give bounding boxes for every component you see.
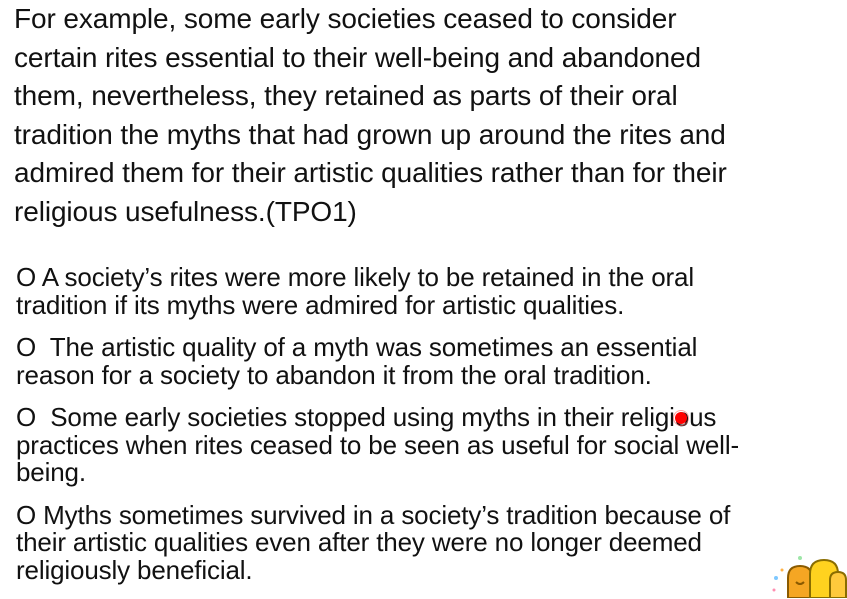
passage-line: them, nevertheless, they retained as par…	[14, 80, 678, 112]
option-text: The artistic quality of a myth was somet…	[36, 332, 698, 362]
option-radio-marker[interactable]: O	[16, 501, 36, 530]
option-radio-marker[interactable]: O	[16, 403, 36, 432]
answer-option-a[interactable]: O A society’s rites were more likely to …	[16, 262, 846, 320]
option-line: tradition if its myths were admired for …	[16, 289, 625, 320]
passage-line: tradition the myths that had grown up ar…	[14, 118, 726, 150]
passage-line: religious usefulness.(TPO1)	[14, 195, 357, 227]
option-line: O The artistic quality of a myth was som…	[16, 332, 846, 362]
answer-options: O A society’s rites were more likely to …	[16, 262, 846, 599]
passage-line: certain rites essential to their well-be…	[14, 41, 701, 73]
answer-option-b[interactable]: O The artistic quality of a myth was som…	[16, 332, 846, 390]
option-line: religiously beneficial.	[16, 554, 253, 585]
option-text: A society’s rites were more likely to be…	[36, 262, 694, 292]
mascot-hands-icon	[770, 552, 847, 598]
option-line: being.	[16, 457, 86, 487]
passage-line: admired them for their artistic qualitie…	[14, 157, 727, 189]
option-line: O Some early societies stopped using myt…	[16, 402, 846, 432]
passage-line: For example, some early societies ceased…	[14, 3, 677, 34]
option-text: Some early societies stopped using myths…	[36, 402, 717, 432]
option-line: practices when rites ceased to be seen a…	[16, 429, 739, 460]
option-radio-marker[interactable]: O	[16, 333, 36, 362]
answer-option-c[interactable]: O Some early societies stopped using myt…	[16, 402, 846, 487]
option-radio-marker[interactable]: O	[16, 263, 36, 292]
option-text: Myths sometimes survived in a society’s …	[36, 499, 731, 530]
passage-text: For example, some early societies ceased…	[14, 0, 844, 232]
laser-pointer-icon	[673, 410, 689, 426]
option-line: O A society’s rites were more likely to …	[16, 262, 846, 292]
option-line: reason for a society to abandon it from …	[16, 359, 652, 390]
option-line: their artistic qualities even after they…	[16, 527, 702, 557]
answer-option-d[interactable]: O Myths sometimes survived in a society’…	[16, 499, 846, 585]
option-line: O Myths sometimes survived in a society’…	[16, 499, 846, 530]
